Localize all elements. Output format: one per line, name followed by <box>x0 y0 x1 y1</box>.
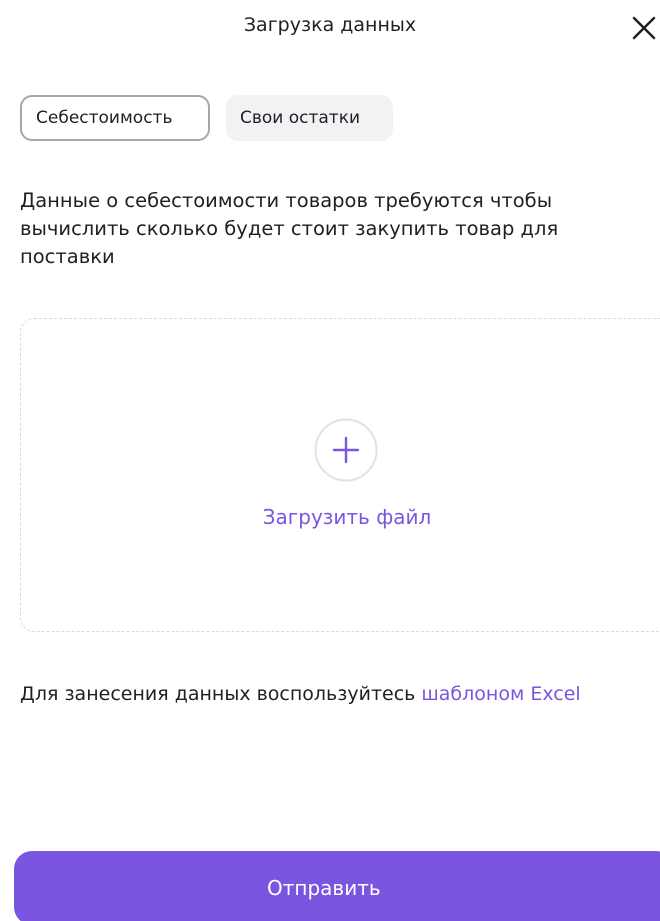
upload-data-modal: Загрузка данных Себестоимость Свои остат… <box>0 0 660 921</box>
tab-cost-price[interactable]: Себестоимость <box>20 95 210 141</box>
submit-button[interactable]: Отправить <box>14 851 660 921</box>
modal-header: Загрузка данных <box>0 0 660 56</box>
upload-file-label[interactable]: Загрузить файл <box>21 505 660 529</box>
template-hint: Для занесения данных воспользуйтесь шабл… <box>20 680 660 708</box>
close-icon <box>632 16 656 40</box>
tab-own-stock[interactable]: Свои остатки <box>226 95 393 141</box>
hint-text: Для занесения данных воспользуйтесь <box>20 683 422 705</box>
excel-template-link[interactable]: шаблоном Excel <box>421 683 580 705</box>
description-text: Данные о себестоимости товаров требуются… <box>20 189 559 268</box>
modal-title: Загрузка данных <box>243 14 417 36</box>
close-button[interactable] <box>628 12 660 44</box>
plus-circle-icon <box>314 418 378 482</box>
file-dropzone[interactable]: Загрузить файл <box>20 318 660 632</box>
